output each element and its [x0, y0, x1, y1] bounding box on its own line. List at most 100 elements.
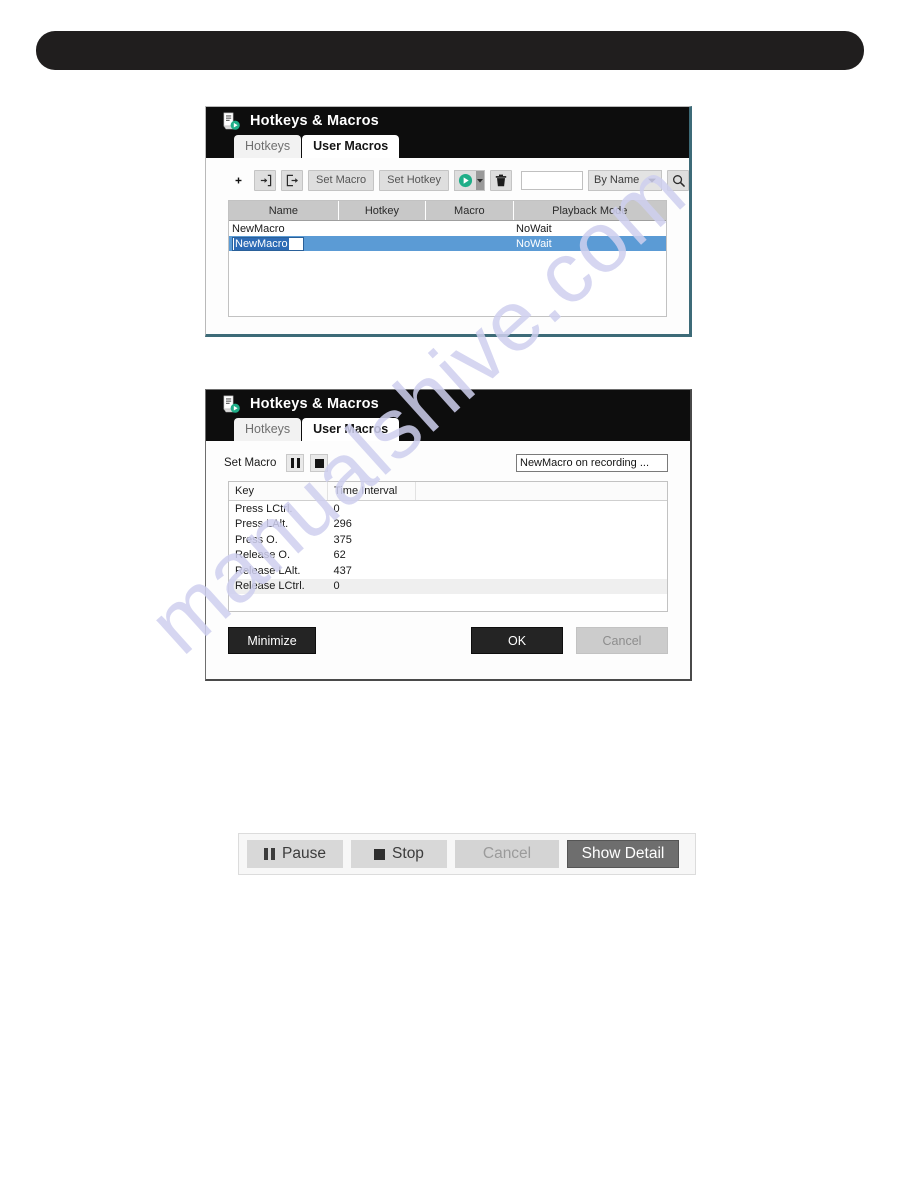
list-item[interactable]: Press O. 375: [229, 532, 667, 548]
table-row[interactable]: NewMacro NoWait: [229, 236, 666, 251]
column-header-name[interactable]: Name: [229, 201, 339, 221]
recording-status-field: NewMacro on recording ...: [516, 454, 668, 472]
cell-blank: [415, 501, 667, 517]
table-header-row: Key Time Interval: [229, 482, 667, 501]
list-item[interactable]: Press LAlt. 296: [229, 517, 667, 533]
cell-hotkey: [338, 221, 425, 237]
column-header-time-interval[interactable]: Time Interval: [327, 482, 416, 501]
cell-key: Press LCtrl.: [235, 502, 293, 515]
cell-interval: 0: [327, 578, 416, 594]
hotkeys-macros-list-window: Hotkeys & Macros Hotkeys User Macros Set…: [205, 106, 692, 337]
cell-interval: 296: [333, 518, 352, 531]
column-header-blank: [415, 482, 667, 501]
search-icon: [672, 174, 685, 187]
chevron-down-icon: [476, 178, 483, 183]
cell-macro: [426, 221, 513, 237]
cancel-button: Cancel: [576, 627, 668, 654]
cell-interval: 62: [333, 549, 346, 562]
macro-document-icon: [220, 393, 242, 415]
cell-key: Release LCtrl.: [229, 578, 328, 594]
macros-toolbar: Set Macro Set Hotkey By Name: [228, 167, 689, 193]
redacted-title-bar: [36, 31, 864, 70]
column-header-hotkey[interactable]: Hotkey: [338, 201, 427, 221]
pause-button-label: Pause: [282, 845, 326, 862]
column-header-playback-mode[interactable]: Playback Mode: [513, 201, 666, 221]
set-macro-button[interactable]: Set Macro: [308, 169, 375, 191]
macro-document-icon: [220, 110, 242, 132]
import-macro-button[interactable]: [254, 169, 276, 191]
column-header-macro[interactable]: Macro: [425, 201, 514, 221]
tab-user-macros[interactable]: User Macros: [302, 418, 400, 441]
cell-interval: 375: [333, 533, 352, 546]
trash-icon: [495, 174, 507, 186]
tab-user-macros[interactable]: User Macros: [302, 135, 400, 158]
window-title: Hotkeys & Macros: [250, 396, 379, 412]
set-hotkey-button[interactable]: Set Hotkey: [379, 169, 449, 191]
cell-key: Press LAlt.: [235, 518, 289, 531]
table-row[interactable]: NewMacro NoWait: [229, 221, 666, 237]
delete-macro-button[interactable]: [489, 169, 512, 191]
list-item[interactable]: Release O. 62: [229, 548, 667, 564]
cell-key: Press O.: [235, 533, 278, 546]
dialog-button-row: Minimize OK Cancel: [228, 627, 668, 654]
column-header-key[interactable]: Key: [229, 482, 329, 501]
chevron-down-icon: [648, 178, 656, 183]
keylog-table: Key Time Interval Press LCtrl. 0 Press L…: [229, 482, 667, 594]
macro-recording-window: Hotkeys & Macros Hotkeys User Macros Set…: [205, 389, 692, 681]
play-mode-dropdown[interactable]: [475, 170, 484, 190]
cell-interval: 0: [333, 502, 340, 515]
window-tabs: Hotkeys User Macros: [234, 418, 400, 441]
window-tabs: Hotkeys User Macros: [234, 135, 400, 158]
window-title: Hotkeys & Macros: [250, 113, 379, 129]
cell-blank: [415, 517, 667, 533]
cell-interval: 437: [333, 564, 352, 577]
set-macro-label: Set Macro: [224, 457, 277, 469]
sort-by-value: By Name: [594, 174, 640, 186]
stop-icon: [314, 458, 324, 468]
show-detail-button[interactable]: Show Detail: [567, 840, 679, 868]
list-item[interactable]: Release LCtrl. 0: [229, 578, 667, 594]
cell-macro: [425, 236, 514, 251]
macro-name-input[interactable]: NewMacro: [232, 236, 304, 251]
window-title-bar: Hotkeys & Macros Hotkeys User Macros: [206, 390, 690, 441]
pause-recording-button[interactable]: [286, 454, 305, 472]
cell-blank: [415, 548, 667, 564]
macro-search-input[interactable]: [520, 170, 583, 190]
macro-name-selected-text: NewMacro: [234, 237, 289, 250]
stop-icon: [374, 848, 386, 860]
cell-key: Release LAlt.: [235, 564, 301, 577]
import-icon: [260, 174, 271, 186]
cancel-button: Cancel: [455, 840, 559, 868]
table-header-row: Name Hotkey Macro Playback Mode: [229, 201, 666, 221]
plus-icon: [235, 177, 242, 183]
add-macro-button[interactable]: [228, 170, 249, 191]
play-macro-button-group[interactable]: [453, 169, 485, 191]
sort-by-dropdown[interactable]: By Name: [588, 169, 662, 191]
cell-name-editing[interactable]: NewMacro: [229, 236, 339, 251]
pause-icon: [290, 458, 300, 468]
list-item[interactable]: Release LAlt. 437: [229, 563, 667, 579]
cell-name: NewMacro: [232, 222, 285, 235]
window-title-bar: Hotkeys & Macros Hotkeys User Macros: [206, 107, 689, 158]
export-macro-button[interactable]: [281, 169, 303, 191]
tab-hotkeys[interactable]: Hotkeys: [234, 135, 302, 158]
search-button[interactable]: [667, 169, 689, 191]
stop-recording-button[interactable]: [310, 454, 329, 472]
stop-button-label: Stop: [392, 845, 424, 862]
ok-button[interactable]: OK: [471, 627, 563, 654]
cell-hotkey: [338, 236, 426, 251]
set-hotkey-label: Set Hotkey: [387, 174, 441, 186]
minimize-button[interactable]: Minimize: [228, 627, 316, 654]
stop-button[interactable]: Stop: [351, 840, 447, 868]
list-item[interactable]: Press LCtrl. 0: [229, 501, 667, 517]
play-icon: [458, 173, 473, 187]
macros-table: Name Hotkey Macro Playback Mode NewMacro…: [229, 201, 666, 251]
cell-blank: [415, 578, 667, 594]
pause-button[interactable]: Pause: [247, 840, 343, 868]
tab-hotkeys[interactable]: Hotkeys: [234, 418, 302, 441]
keylog-table-container: Key Time Interval Press LCtrl. 0 Press L…: [228, 481, 668, 612]
set-macro-controls: Set Macro NewMacro on recording ...: [224, 453, 668, 473]
play-macro-button[interactable]: [455, 171, 476, 190]
cell-playback-mode: NoWait: [513, 236, 666, 251]
playback-control-toolbar: Pause Stop Cancel Show Detail: [238, 833, 696, 875]
